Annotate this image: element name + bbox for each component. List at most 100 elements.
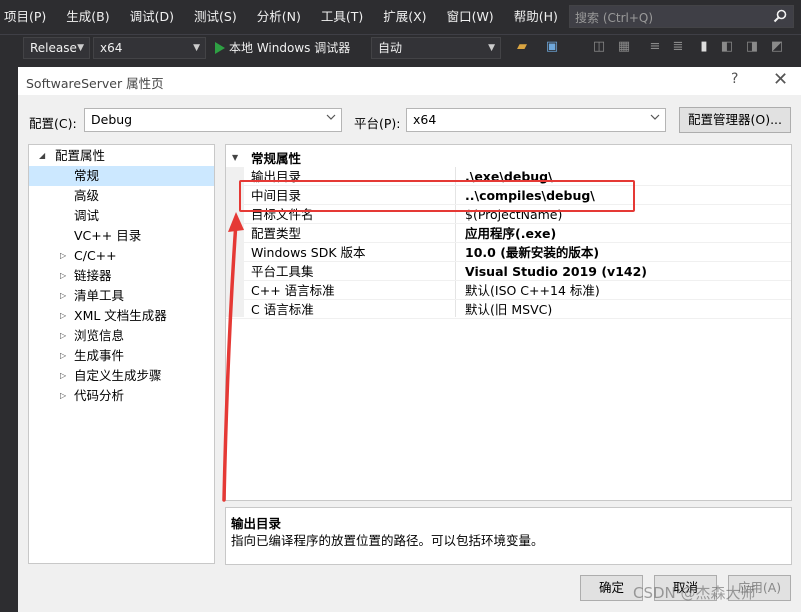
configuration-value: Release — [30, 41, 77, 55]
search-placeholder: 搜索 (Ctrl+Q) — [575, 11, 654, 25]
property-value[interactable]: 10.0 (最新安装的版本) — [465, 243, 599, 262]
property-pages-dialog: SoftwareServer 属性页 ? ✕ 配置(C): Debug 平台(P… — [18, 67, 801, 612]
tree-item-c-cpp[interactable]: ▷ C/C++ — [29, 246, 214, 266]
expand-icon[interactable]: ▷ — [60, 366, 70, 386]
tree-item-browse-info[interactable]: ▷ 浏览信息 — [29, 326, 214, 346]
tree-item-label: XML 文档生成器 — [74, 308, 167, 323]
help-button[interactable]: ? — [731, 71, 738, 87]
property-row-configuration-type[interactable]: 配置类型 应用程序(.exe) — [226, 224, 791, 243]
tree-item-label: 浏览信息 — [74, 328, 125, 343]
platform-select[interactable]: x64 — [406, 108, 666, 132]
folder-icon[interactable]: ▰ — [515, 40, 529, 54]
property-row-windows-sdk[interactable]: Windows SDK 版本 10.0 (最新安装的版本) — [226, 243, 791, 262]
tree-item-label: 调试 — [74, 208, 100, 223]
start-debugging-button[interactable]: 本地 Windows 调试器 — [213, 37, 350, 59]
window-icon[interactable]: ▣ — [545, 40, 559, 54]
tree-item-debugging[interactable]: 调试 — [29, 206, 214, 226]
platform-select-value: x64 — [413, 112, 437, 127]
property-name: C 语言标准 — [251, 302, 314, 317]
tree-item-label: 高级 — [74, 188, 100, 203]
config-select[interactable]: Debug — [84, 108, 342, 132]
expand-icon[interactable]: ▷ — [60, 306, 70, 326]
collapse-icon[interactable]: ◢ — [39, 146, 49, 166]
category-label: 常规属性 — [251, 151, 302, 166]
menu-debug[interactable]: 调试(D) — [120, 0, 184, 34]
tree-item-label: 生成事件 — [74, 348, 125, 363]
expand-icon[interactable]: ▷ — [60, 286, 70, 306]
configuration-combo[interactable]: Release ▼ — [23, 37, 90, 59]
chevron-down-icon: ▼ — [488, 43, 495, 53]
grid-category[interactable]: ▼ 常规属性 — [226, 148, 791, 167]
bookmark-icon[interactable]: ▮ — [697, 40, 711, 54]
tree-item-advanced[interactable]: 高级 — [29, 186, 214, 206]
expand-icon[interactable]: ▷ — [60, 386, 70, 406]
dialog-title: SoftwareServer 属性页 — [26, 76, 164, 91]
chevron-down-icon — [650, 114, 660, 120]
property-value[interactable]: 应用程序(.exe) — [465, 224, 556, 243]
property-row-cpp-standard[interactable]: C++ 语言标准 默认(ISO C++14 标准) — [226, 281, 791, 300]
property-value[interactable]: Visual Studio 2019 (v142) — [465, 262, 647, 281]
menu-project[interactable]: 项目(P) — [0, 0, 56, 34]
tree-item-label: 自定义生成步骤 — [74, 368, 162, 383]
tree-item-linker[interactable]: ▷ 链接器 — [29, 266, 214, 286]
description-text: 指向已编译程序的放置位置的路径。可以包括环境变量。 — [231, 533, 544, 548]
debug-mode-combo[interactable]: 自动 ▼ — [371, 37, 501, 59]
menu-window[interactable]: 窗口(W) — [437, 0, 504, 34]
description-panel: 输出目录 指向已编译程序的放置位置的路径。可以包括环境变量。 — [225, 507, 792, 565]
debug-mode-value: 自动 — [378, 41, 403, 55]
outdent-icon[interactable]: ≣ — [671, 40, 685, 54]
expand-icon[interactable]: ▷ — [60, 266, 70, 286]
annotation-highlight-box — [239, 180, 635, 212]
close-icon[interactable]: ✕ — [773, 69, 788, 90]
search-input[interactable]: 搜索 (Ctrl+Q) — [569, 5, 794, 28]
property-value[interactable]: 默认(旧 MSVC) — [465, 300, 552, 319]
annotation-arrow-icon — [222, 212, 244, 502]
tree-item-label: 配置属性 — [55, 148, 106, 163]
platform-label: 平台(P): — [354, 116, 401, 131]
menu-bar: 项目(P) 生成(B) 调试(D) 测试(S) 分析(N) 工具(T) 扩展(X… — [0, 0, 801, 34]
config-manager-button[interactable]: 配置管理器(O)... — [679, 107, 791, 133]
bookmark-clear-icon[interactable]: ◩ — [770, 40, 784, 54]
property-row-c-standard[interactable]: C 语言标准 默认(旧 MSVC) — [226, 300, 791, 319]
watermark: CSDN @杰森大师 — [633, 584, 756, 602]
property-name: Windows SDK 版本 — [251, 245, 366, 260]
grid-icon[interactable]: ▦ — [617, 40, 631, 54]
tree-item-label: VC++ 目录 — [74, 228, 142, 243]
property-value[interactable]: 默认(ISO C++14 标准) — [465, 281, 600, 300]
chevron-down-icon: ▼ — [77, 43, 84, 53]
property-name: C++ 语言标准 — [251, 283, 335, 298]
tree-item-general[interactable]: 常规 — [29, 166, 214, 186]
menu-help[interactable]: 帮助(H) — [504, 0, 568, 34]
tree-item-label: 常规 — [74, 168, 100, 183]
tree-item-xml-doc-generator[interactable]: ▷ XML 文档生成器 — [29, 306, 214, 326]
tree-item-vc-directories[interactable]: VC++ 目录 — [29, 226, 214, 246]
breakpoint-icon[interactable]: ◫ — [592, 40, 606, 54]
bookmark-next-icon[interactable]: ◨ — [745, 40, 759, 54]
menu-extensions[interactable]: 扩展(X) — [373, 0, 436, 34]
toolbar: Release ▼ x64 ▼ 本地 Windows 调试器 自动 ▼ ▰ ▣ … — [0, 34, 801, 60]
platform-combo[interactable]: x64 ▼ — [93, 37, 206, 59]
menu-tools[interactable]: 工具(T) — [311, 0, 373, 34]
menu-build[interactable]: 生成(B) — [56, 0, 119, 34]
collapse-icon[interactable]: ▼ — [232, 153, 238, 162]
property-tree: ◢ 配置属性 常规 高级 调试 VC++ 目录 ▷ C/C++ ▷ 链接器 ▷ … — [28, 144, 215, 564]
expand-icon[interactable]: ▷ — [60, 326, 70, 346]
tree-item-build-events[interactable]: ▷ 生成事件 — [29, 346, 214, 366]
tree-item-manifest-tool[interactable]: ▷ 清单工具 — [29, 286, 214, 306]
property-row-platform-toolset[interactable]: 平台工具集 Visual Studio 2019 (v142) — [226, 262, 791, 281]
tree-item-config-properties[interactable]: ◢ 配置属性 — [29, 146, 214, 166]
menu-analyze[interactable]: 分析(N) — [247, 0, 311, 34]
bookmark-prev-icon[interactable]: ◧ — [720, 40, 734, 54]
tree-item-code-analysis[interactable]: ▷ 代码分析 — [29, 386, 214, 406]
chevron-down-icon — [326, 114, 336, 120]
config-select-value: Debug — [91, 112, 133, 127]
tree-item-label: C/C++ — [74, 248, 117, 263]
run-label: 本地 Windows 调试器 — [229, 41, 351, 55]
expand-icon[interactable]: ▷ — [60, 346, 70, 366]
expand-icon[interactable]: ▷ — [60, 246, 70, 266]
property-name: 配置类型 — [251, 226, 302, 241]
config-label: 配置(C): — [29, 116, 77, 131]
menu-test[interactable]: 测试(S) — [184, 0, 247, 34]
indent-icon[interactable]: ≡ — [648, 40, 662, 54]
tree-item-custom-build-step[interactable]: ▷ 自定义生成步骤 — [29, 366, 214, 386]
